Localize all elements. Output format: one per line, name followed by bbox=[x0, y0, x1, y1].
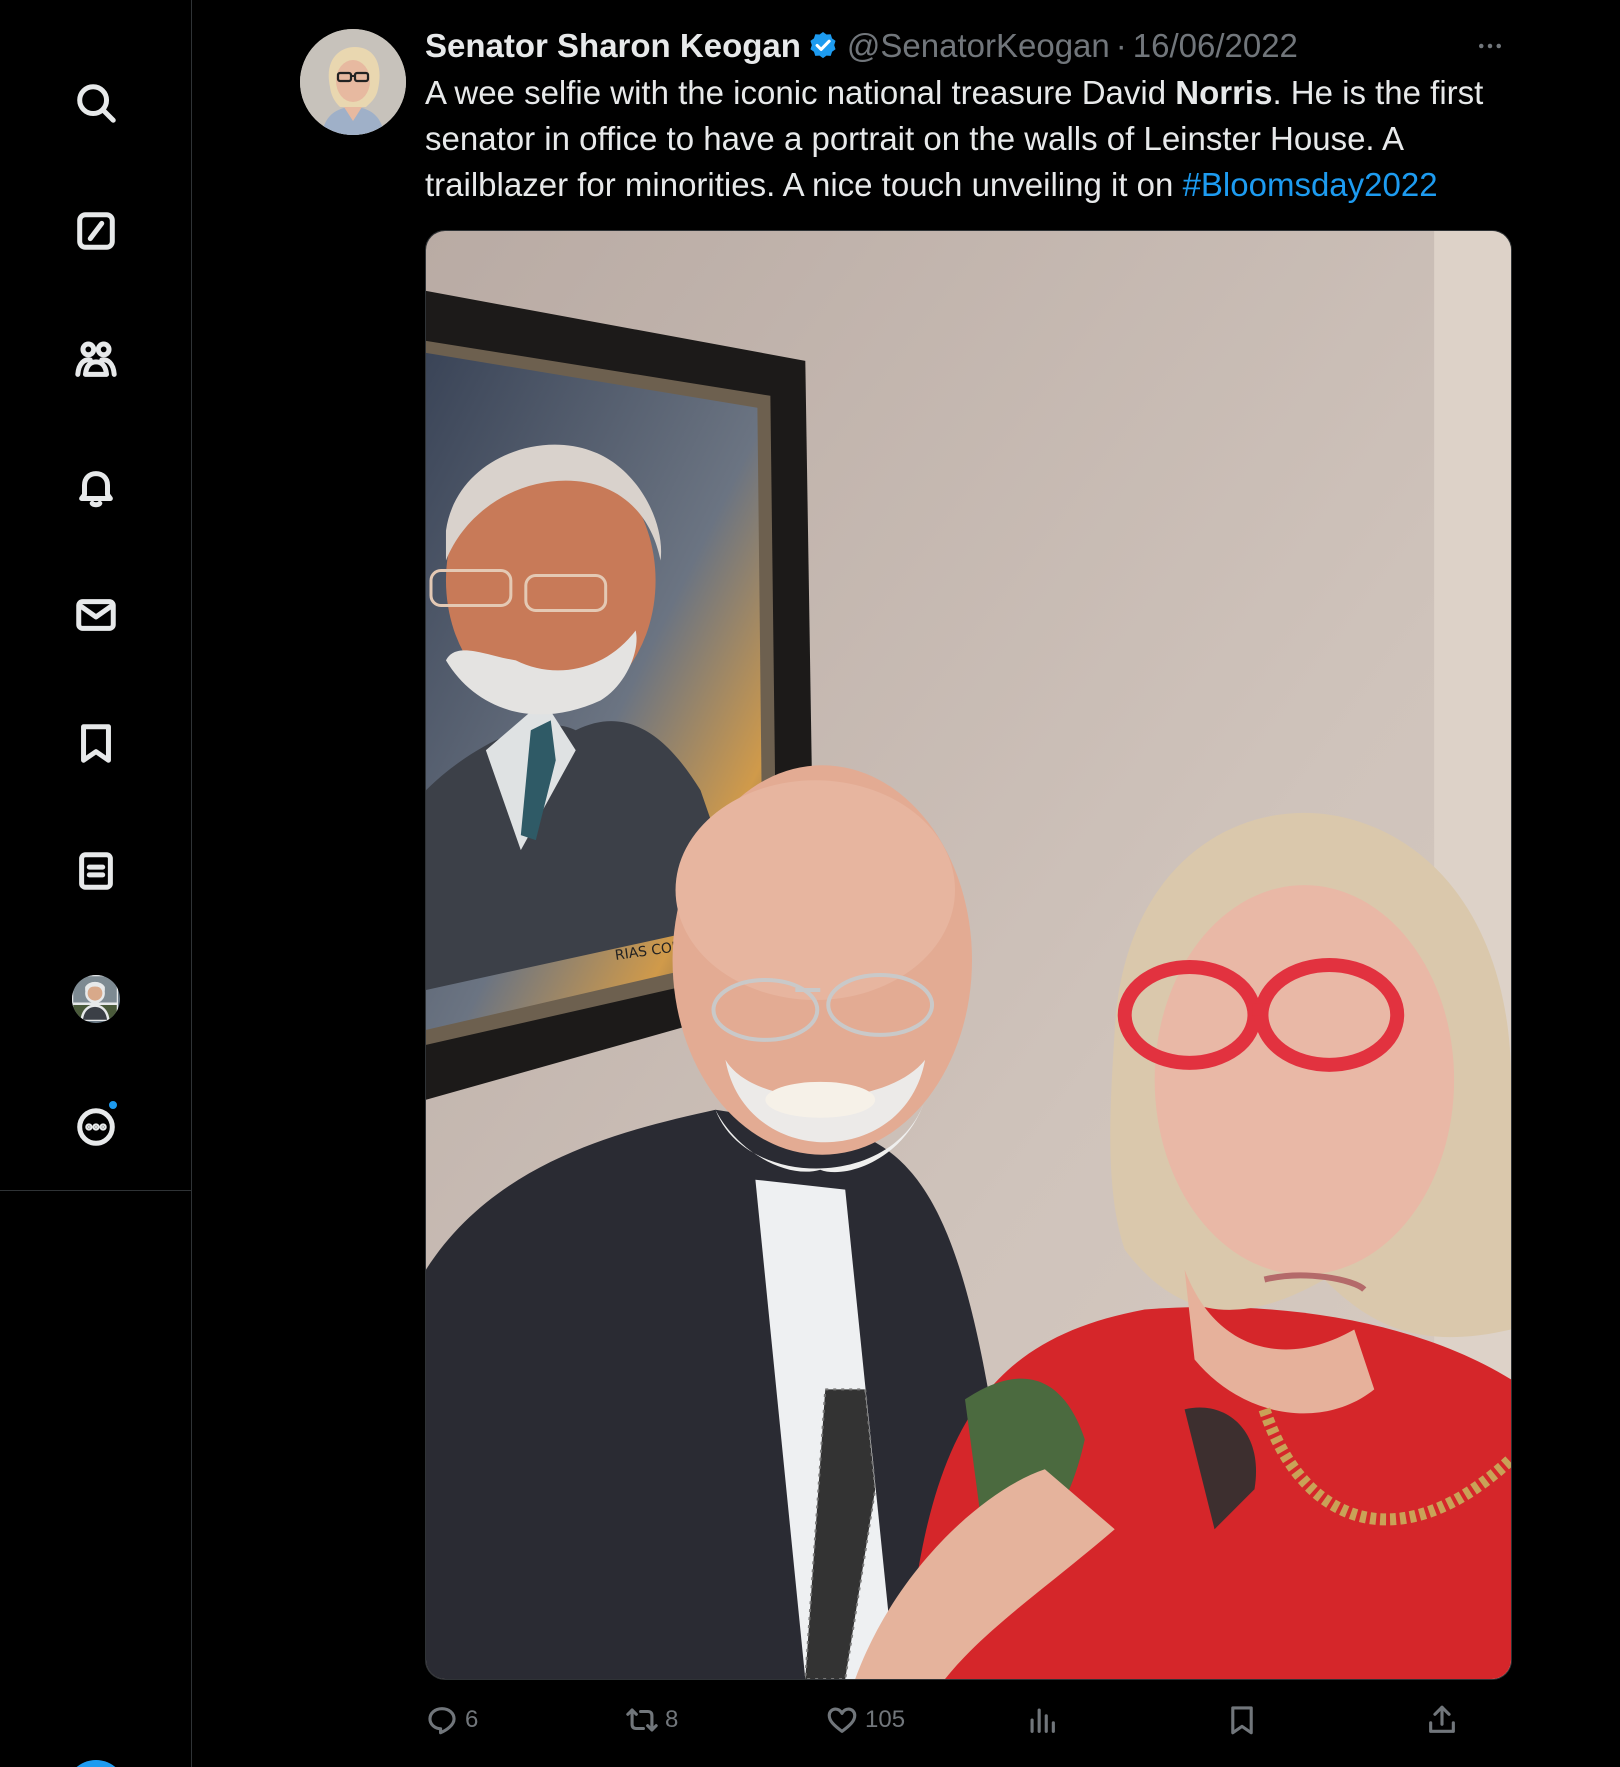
sidebar-item-messages[interactable] bbox=[71, 590, 121, 640]
sidebar-item-more[interactable] bbox=[71, 1099, 121, 1152]
tweet: Senator Sharon Keogan @SenatorKeogan · 1… bbox=[193, 0, 1620, 1767]
lists-icon bbox=[79, 852, 113, 890]
sidebar-item-grok[interactable] bbox=[71, 206, 121, 256]
tweet-header: Senator Sharon Keogan @SenatorKeogan · 1… bbox=[425, 26, 1298, 66]
sidebar-item-profile[interactable] bbox=[71, 974, 121, 1024]
bookmark-button[interactable] bbox=[1225, 1700, 1259, 1740]
views-button[interactable] bbox=[1025, 1700, 1059, 1740]
heart-icon bbox=[827, 1707, 857, 1733]
selfie-photo: RIAS CONTAHAN bbox=[426, 231, 1511, 1679]
tweet-more-button[interactable] bbox=[1472, 28, 1508, 64]
bookmark-icon bbox=[1231, 1706, 1253, 1735]
share-icon bbox=[1429, 1705, 1455, 1733]
search-icon bbox=[77, 84, 116, 123]
communities-icon bbox=[75, 341, 117, 377]
like-count: 105 bbox=[865, 1706, 906, 1733]
verified-badge-icon bbox=[810, 32, 836, 59]
reply-count: 6 bbox=[465, 1706, 479, 1733]
post-button[interactable] bbox=[66, 1760, 126, 1767]
hashtag-link[interactable]: #Bloomsday2022 bbox=[1183, 166, 1438, 203]
tweet-photo[interactable]: RIAS CONTAHAN bbox=[425, 230, 1512, 1680]
repost-count: 8 bbox=[665, 1706, 679, 1733]
tweet-text-part1: A wee selfie with the iconic national tr… bbox=[425, 74, 1176, 111]
page: Senator Sharon Keogan @SenatorKeogan · 1… bbox=[0, 0, 1620, 1767]
notification-badge bbox=[107, 1099, 119, 1111]
author-avatar[interactable] bbox=[300, 29, 406, 135]
notifications-icon bbox=[79, 471, 113, 508]
author-handle[interactable]: @SenatorKeogan bbox=[847, 27, 1110, 65]
messages-icon bbox=[76, 599, 116, 631]
tweet-text: A wee selfie with the iconic national tr… bbox=[425, 70, 1515, 208]
tweet-date[interactable]: 16/06/2022 bbox=[1133, 27, 1298, 65]
header-separator: · bbox=[1115, 27, 1127, 64]
sidebar-nav bbox=[0, 0, 192, 1767]
repost-button[interactable]: 8 bbox=[625, 1700, 678, 1740]
analytics-icon bbox=[1030, 1708, 1055, 1733]
tweet-text-bold: Norris bbox=[1175, 74, 1273, 111]
repost-icon bbox=[626, 1708, 658, 1732]
like-button[interactable]: 105 bbox=[825, 1700, 905, 1740]
reply-button[interactable]: 6 bbox=[425, 1700, 478, 1740]
more-horizontal-icon bbox=[1479, 43, 1501, 49]
profile-avatar bbox=[72, 975, 120, 1023]
share-button[interactable] bbox=[1425, 1700, 1459, 1740]
sidebar-item-notifications[interactable] bbox=[71, 462, 121, 512]
tweet-actions: 6 8 105 bbox=[425, 1700, 1512, 1740]
bookmarks-icon bbox=[81, 724, 111, 763]
author-display-name[interactable]: Senator Sharon Keogan bbox=[425, 27, 801, 65]
sidebar-item-communities[interactable] bbox=[71, 334, 121, 384]
sidebar-divider bbox=[0, 1190, 192, 1191]
grok-icon bbox=[77, 212, 115, 250]
sidebar-item-explore[interactable] bbox=[71, 78, 121, 128]
reply-icon bbox=[428, 1707, 456, 1735]
sidebar-item-bookmarks[interactable] bbox=[71, 718, 121, 768]
sidebar-item-lists[interactable] bbox=[71, 846, 121, 896]
